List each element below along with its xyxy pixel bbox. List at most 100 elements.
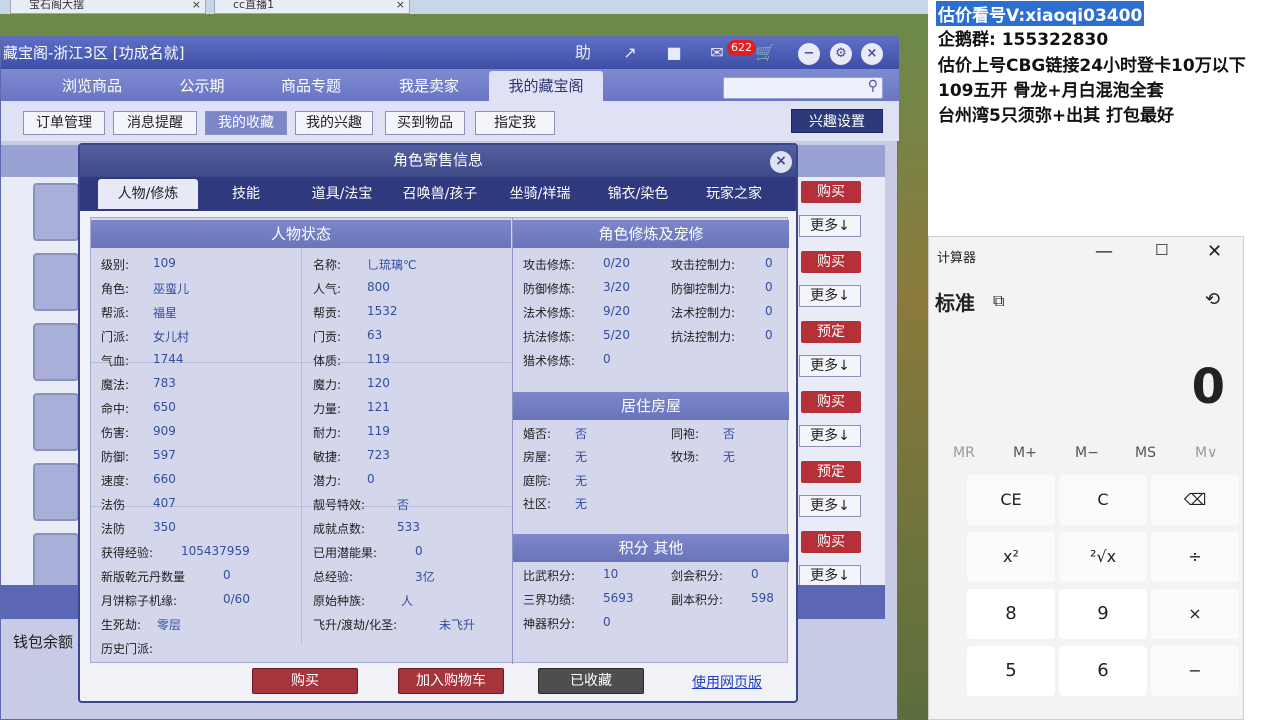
stat-value: 0 [415,544,423,558]
assigned-to-me-button[interactable]: 指定我 [475,111,555,135]
square-button[interactable]: x² [967,532,1055,582]
more-button[interactable]: 更多↓ [799,285,861,307]
tab-topics[interactable]: 商品专题 [251,71,371,101]
more-button[interactable]: 更多↓ [799,215,861,237]
memory-recall-button[interactable]: MR [953,445,975,461]
memory-add-button[interactable]: M+ [1013,445,1037,461]
buy-button[interactable]: 购买 [801,391,861,413]
close-icon[interactable]: × [192,0,201,10]
more-button[interactable]: 更多↓ [799,565,861,587]
stat-label: 成就点数: [313,522,366,536]
tab-outfits[interactable]: 锦衣/染色 [590,179,686,209]
sqrt-button[interactable]: ²√x [1059,532,1147,582]
bought-items-button[interactable]: 买到物品 [385,111,465,135]
my-favorites-button[interactable]: 我的收藏 [205,111,287,135]
use-web-version-link[interactable]: 使用网页版 [692,672,762,692]
search-input[interactable]: ⚲ [723,77,883,99]
digit-6-button[interactable]: 6 [1059,646,1147,696]
my-interest-button[interactable]: 我的兴趣 [295,111,373,135]
digit-8-button[interactable]: 8 [967,589,1055,639]
memory-store-button[interactable]: MS [1135,445,1156,461]
tab-browse[interactable]: 浏览商品 [27,71,157,101]
buy-button[interactable]: 购买 [801,531,861,553]
clear-entry-button[interactable]: CE [967,475,1055,525]
stat-value: 1532 [367,304,398,318]
more-button[interactable]: 更多↓ [799,495,861,517]
tab-pets[interactable]: 召唤兽/孩子 [390,179,490,209]
stat-label: 社区: [523,497,552,511]
stat-value: 407 [153,496,176,510]
tab-seller[interactable]: 我是卖家 [371,71,487,101]
message-remind-button[interactable]: 消息提醒 [113,111,197,135]
maximize-button[interactable]: ☐ [1155,241,1168,259]
memory-subtract-button[interactable]: M− [1075,445,1099,461]
close-button[interactable]: × [861,43,883,65]
role-info-dialog: 角色寄售信息 × 人物/修炼 技能 道具/法宝 召唤兽/孩子 坐骑/祥瑞 锦衣/… [78,143,798,703]
stat-label: 门派: [101,330,130,344]
memory-list-button[interactable]: M∨ [1195,445,1217,461]
tab-skills[interactable]: 技能 [198,179,294,209]
subtract-button[interactable]: − [1151,646,1239,696]
reserve-button[interactable]: 预定 [801,321,861,343]
stat-value: 0 [223,568,231,582]
avatar[interactable] [33,393,79,451]
browser-tab[interactable]: cc直播1 × [214,0,410,14]
add-to-cart-button[interactable]: 加入购物车 [398,668,504,694]
stat-label: 攻击控制力: [671,258,736,272]
stat-value: 巫蛮儿 [153,282,190,296]
stat-value: 598 [751,591,774,605]
window-title: 藏宝阁-浙江3区 [功成名就] [3,44,185,62]
tab-public[interactable]: 公示期 [157,71,247,101]
record-icon[interactable]: ■ [661,41,687,65]
stat-label: 生死劫: [101,618,142,632]
tab-my-cbg[interactable]: 我的藏宝阁 [489,71,603,101]
avatar[interactable] [33,323,79,381]
more-button[interactable]: 更多↓ [799,355,861,377]
minimize-button[interactable]: — [1095,241,1113,262]
avatar[interactable] [33,183,79,241]
order-manage-button[interactable]: 订单管理 [23,111,105,135]
minimize-button[interactable]: − [798,43,820,65]
reserve-button[interactable]: 预定 [801,461,861,483]
help-button[interactable]: 助 [569,41,597,65]
message-icon[interactable]: ✉ [705,41,729,65]
buy-button[interactable]: 购买 [801,251,861,273]
avatar[interactable] [33,533,79,591]
history-icon[interactable]: ⟲ [1205,289,1220,310]
calculator-mode: 标准 [935,291,975,315]
stat-value: 0 [765,304,773,318]
tab-home[interactable]: 玩家之家 [686,179,782,209]
share-icon[interactable]: ↗ [617,41,643,65]
tab-mounts[interactable]: 坐骑/祥瑞 [490,179,590,209]
more-button[interactable]: 更多↓ [799,425,861,447]
stat-value: 否 [397,498,410,512]
avatar[interactable] [33,253,79,311]
stream-overlay: 估价看号V:xiaoqi03400 企鹅群: 155322830 估价上号CBG… [928,0,1280,240]
digit-9-button[interactable]: 9 [1059,589,1147,639]
clear-button[interactable]: C [1059,475,1147,525]
dialog-title: 角色寄售信息 [80,145,796,177]
avatar[interactable] [33,463,79,521]
collected-button[interactable]: 已收藏 [538,668,644,694]
cart-icon[interactable]: 🛒 [753,41,777,65]
tab-items[interactable]: 道具/法宝 [294,179,390,209]
stat-label: 防御: [101,450,130,464]
divide-button[interactable]: ÷ [1151,532,1239,582]
buy-button[interactable]: 购买 [801,181,861,203]
settings-gear-icon[interactable]: ⚙ [830,43,852,65]
buy-button[interactable]: 购买 [252,668,358,694]
browser-tab[interactable]: 宝石阁大摆 × [10,0,206,14]
close-button[interactable]: ✕ [1207,241,1222,262]
keep-on-top-icon[interactable]: ⧉ [993,291,1004,311]
backspace-button[interactable]: ⌫ [1151,475,1239,525]
calculator-window: 计算器 — ☐ ✕ 标准 ⧉ ⟲ 0 MR M+ M− MS M∨ CE C ⌫… [928,236,1244,720]
close-icon[interactable]: × [396,0,405,10]
search-icon[interactable]: ⚲ [868,78,878,94]
stat-value: 未飞升 [439,618,476,632]
multiply-button[interactable]: × [1151,589,1239,639]
close-icon[interactable]: × [770,151,792,173]
digit-5-button[interactable]: 5 [967,646,1055,696]
tab-character[interactable]: 人物/修炼 [98,179,198,209]
interest-settings-button[interactable]: 兴趣设置 [791,109,883,133]
stat-label: 抗法修炼: [523,330,576,344]
